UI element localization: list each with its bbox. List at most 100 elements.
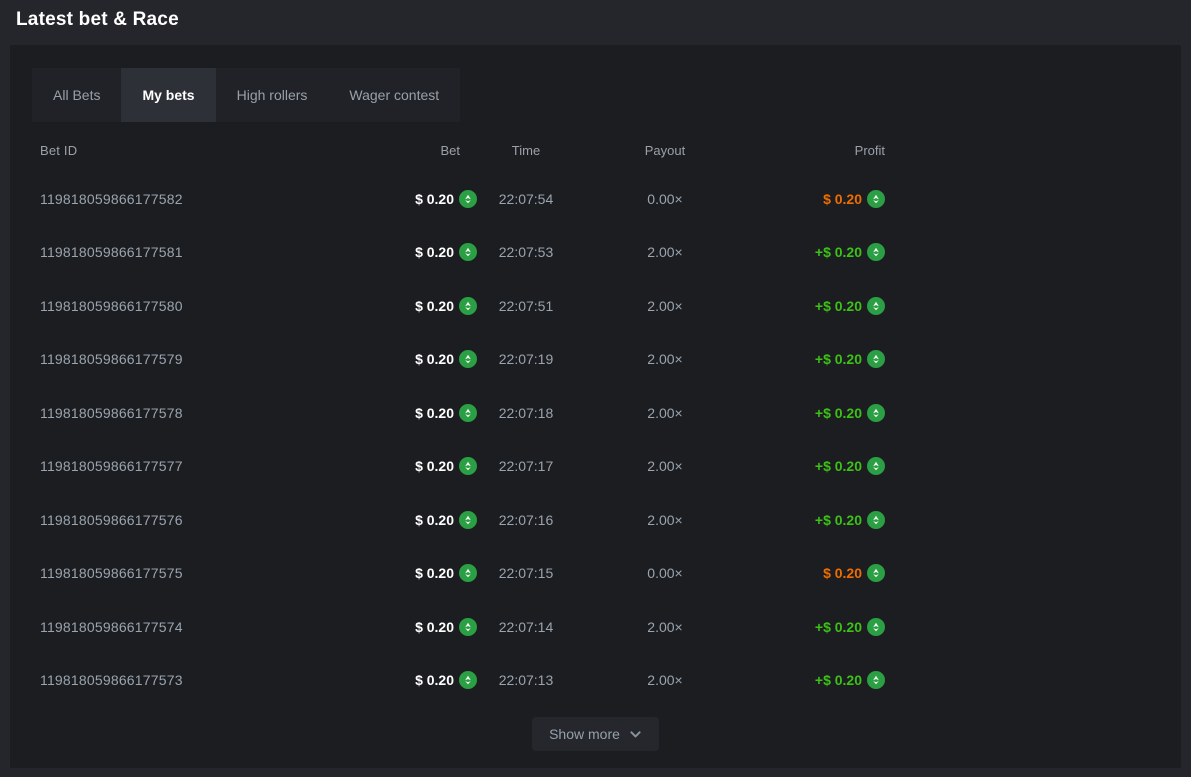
ethereum-classic-coin-icon [459,564,477,582]
table-row[interactable]: 119818059866177578 $ 0.20 22:07:18 2.00×… [30,386,1161,440]
bet-payout: 2.00× [575,672,755,688]
show-more-button[interactable]: Show more [532,717,659,751]
tab-high-rollers[interactable]: High rollers [216,68,329,122]
bet-amount: $ 0.20 [415,458,454,474]
bet-id: 119818059866177576 [40,512,270,528]
show-more-container: Show more [30,717,1161,751]
column-header-bet-id: Bet ID [40,143,270,158]
column-header-bet: Bet [270,143,477,158]
ethereum-classic-coin-icon [459,350,477,368]
ethereum-classic-coin-icon [867,618,885,636]
latest-bets-panel: All Bets My bets High rollers Wager cont… [10,45,1181,768]
bet-payout: 2.00× [575,458,755,474]
table-row[interactable]: 119818059866177581 $ 0.20 22:07:53 2.00×… [30,226,1161,280]
bet-time: 22:07:14 [477,619,575,635]
profit-value: +$ 0.20 [815,458,862,474]
ethereum-classic-coin-icon [867,671,885,689]
table-header-row: Bet ID Bet Time Payout Profit [30,128,1161,172]
column-header-profit: Profit [755,143,885,158]
profit-value: +$ 0.20 [815,351,862,367]
profit-value: +$ 0.20 [815,244,862,260]
profit-value: $ 0.20 [823,565,862,581]
bet-payout: 2.00× [575,619,755,635]
column-header-time: Time [477,143,575,158]
table-row[interactable]: 119818059866177576 $ 0.20 22:07:16 2.00×… [30,493,1161,547]
table-row[interactable]: 119818059866177575 $ 0.20 22:07:15 0.00×… [30,547,1161,601]
bet-id: 119818059866177578 [40,405,270,421]
table-row[interactable]: 119818059866177582 $ 0.20 22:07:54 0.00×… [30,172,1161,226]
ethereum-classic-coin-icon [459,671,477,689]
bet-amount: $ 0.20 [415,405,454,421]
bet-time: 22:07:19 [477,351,575,367]
bet-time: 22:07:54 [477,191,575,207]
bet-payout: 2.00× [575,244,755,260]
bet-payout: 0.00× [575,191,755,207]
ethereum-classic-coin-icon [459,404,477,422]
bet-id: 119818059866177581 [40,244,270,260]
tab-wager-contest[interactable]: Wager contest [328,68,460,122]
table-row[interactable]: 119818059866177579 $ 0.20 22:07:19 2.00×… [30,333,1161,387]
ethereum-classic-coin-icon [459,457,477,475]
ethereum-classic-coin-icon [867,511,885,529]
bet-amount: $ 0.20 [415,191,454,207]
ethereum-classic-coin-icon [867,243,885,261]
ethereum-classic-coin-icon [867,297,885,315]
bet-amount: $ 0.20 [415,351,454,367]
bets-tab-bar: All Bets My bets High rollers Wager cont… [32,68,460,122]
ethereum-classic-coin-icon [459,511,477,529]
section-header: Latest bet & Race [0,0,1191,45]
bet-time: 22:07:51 [477,298,575,314]
bet-id: 119818059866177582 [40,191,270,207]
ethereum-classic-coin-icon [459,297,477,315]
tab-label: My bets [142,87,194,103]
profit-value: +$ 0.20 [815,512,862,528]
bet-id: 119818059866177575 [40,565,270,581]
tab-label: Wager contest [349,87,439,103]
table-body: 119818059866177582 $ 0.20 22:07:54 0.00×… [30,172,1161,707]
bet-id: 119818059866177573 [40,672,270,688]
table-row[interactable]: 119818059866177573 $ 0.20 22:07:13 2.00×… [30,654,1161,708]
bet-id: 119818059866177577 [40,458,270,474]
bet-time: 22:07:15 [477,565,575,581]
bet-amount: $ 0.20 [415,672,454,688]
bet-amount: $ 0.20 [415,244,454,260]
bet-time: 22:07:53 [477,244,575,260]
table-row[interactable]: 119818059866177577 $ 0.20 22:07:17 2.00×… [30,440,1161,494]
profit-value: +$ 0.20 [815,672,862,688]
chevron-down-icon [629,728,642,741]
table-row[interactable]: 119818059866177580 $ 0.20 22:07:51 2.00×… [30,279,1161,333]
ethereum-classic-coin-icon [459,618,477,636]
bet-payout: 0.00× [575,565,755,581]
tab-all-bets[interactable]: All Bets [32,68,121,122]
table-row[interactable]: 119818059866177574 $ 0.20 22:07:14 2.00×… [30,600,1161,654]
ethereum-classic-coin-icon [867,190,885,208]
ethereum-classic-coin-icon [867,350,885,368]
tab-my-bets[interactable]: My bets [121,68,215,122]
bet-time: 22:07:13 [477,672,575,688]
ethereum-classic-coin-icon [459,243,477,261]
ethereum-classic-coin-icon [867,457,885,475]
bet-time: 22:07:16 [477,512,575,528]
bet-payout: 2.00× [575,351,755,367]
bet-id: 119818059866177579 [40,351,270,367]
ethereum-classic-coin-icon [867,404,885,422]
bet-amount: $ 0.20 [415,565,454,581]
bet-amount: $ 0.20 [415,298,454,314]
profit-value: +$ 0.20 [815,619,862,635]
bet-id: 119818059866177574 [40,619,270,635]
bet-payout: 2.00× [575,512,755,528]
tab-label: All Bets [53,87,100,103]
profit-value: $ 0.20 [823,191,862,207]
bet-id: 119818059866177580 [40,298,270,314]
bet-time: 22:07:17 [477,458,575,474]
page-title: Latest bet & Race [16,9,179,31]
column-header-payout: Payout [575,143,755,158]
show-more-label: Show more [549,726,620,742]
bet-amount: $ 0.20 [415,512,454,528]
profit-value: +$ 0.20 [815,405,862,421]
tab-label: High rollers [237,87,308,103]
bet-payout: 2.00× [575,405,755,421]
bet-time: 22:07:18 [477,405,575,421]
profit-value: +$ 0.20 [815,298,862,314]
bet-amount: $ 0.20 [415,619,454,635]
